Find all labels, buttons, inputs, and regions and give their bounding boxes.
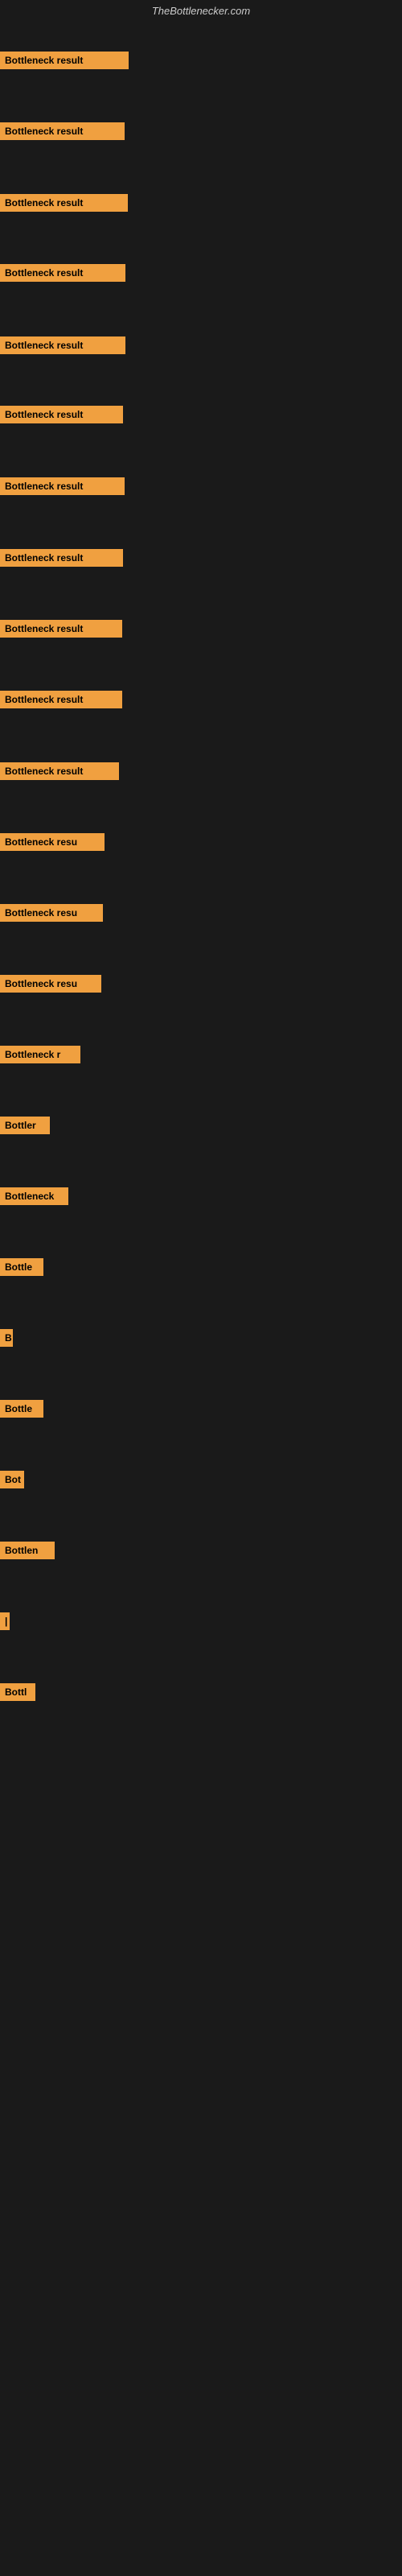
bottleneck-bar-8: Bottleneck result xyxy=(0,549,123,567)
bottleneck-bar-11: Bottleneck result xyxy=(0,762,119,780)
bar-row-20: Bottle xyxy=(0,1400,43,1422)
bottleneck-bar-22: Bottlen xyxy=(0,1542,55,1559)
bottleneck-bar-3: Bottleneck result xyxy=(0,194,128,212)
bar-row-15: Bottleneck r xyxy=(0,1046,80,1067)
bottleneck-bar-20: Bottle xyxy=(0,1400,43,1418)
bar-row-22: Bottlen xyxy=(0,1542,55,1563)
bottleneck-bar-10: Bottleneck result xyxy=(0,691,122,708)
bar-row-18: Bottle xyxy=(0,1258,43,1280)
bottleneck-bar-4: Bottleneck result xyxy=(0,264,125,282)
bar-row-2: Bottleneck result xyxy=(0,122,125,144)
bar-row-9: Bottleneck result xyxy=(0,620,122,642)
bottleneck-bar-21: Bot xyxy=(0,1471,24,1488)
bottleneck-bar-12: Bottleneck resu xyxy=(0,833,105,851)
bottleneck-bar-7: Bottleneck result xyxy=(0,477,125,495)
bottleneck-bar-5: Bottleneck result xyxy=(0,336,125,354)
site-title: TheBottlenecker.com xyxy=(0,0,402,22)
bottleneck-bar-17: Bottleneck xyxy=(0,1187,68,1205)
bar-row-21: Bot xyxy=(0,1471,24,1492)
bar-row-1: Bottleneck result xyxy=(0,52,129,73)
bar-row-19: B xyxy=(0,1329,13,1351)
bottleneck-bar-6: Bottleneck result xyxy=(0,406,123,423)
bar-row-3: Bottleneck result xyxy=(0,194,128,216)
bar-row-17: Bottleneck xyxy=(0,1187,68,1209)
bottleneck-bar-13: Bottleneck resu xyxy=(0,904,103,922)
bar-row-14: Bottleneck resu xyxy=(0,975,101,997)
bar-row-24: Bottl xyxy=(0,1683,35,1705)
bar-row-12: Bottleneck resu xyxy=(0,833,105,855)
bottleneck-bar-18: Bottle xyxy=(0,1258,43,1276)
bottleneck-bar-19: B xyxy=(0,1329,13,1347)
bottleneck-bar-15: Bottleneck r xyxy=(0,1046,80,1063)
bar-row-7: Bottleneck result xyxy=(0,477,125,499)
bar-row-5: Bottleneck result xyxy=(0,336,125,358)
bottleneck-bar-23: | xyxy=(0,1612,10,1630)
bar-row-10: Bottleneck result xyxy=(0,691,122,712)
bar-row-6: Bottleneck result xyxy=(0,406,123,427)
bar-row-16: Bottler xyxy=(0,1117,50,1138)
bottleneck-bar-14: Bottleneck resu xyxy=(0,975,101,993)
bottleneck-bar-16: Bottler xyxy=(0,1117,50,1134)
bar-row-4: Bottleneck result xyxy=(0,264,125,286)
bottleneck-bar-2: Bottleneck result xyxy=(0,122,125,140)
bar-row-23: | xyxy=(0,1612,10,1634)
bar-row-13: Bottleneck resu xyxy=(0,904,103,926)
bottleneck-bar-24: Bottl xyxy=(0,1683,35,1701)
bottleneck-bar-9: Bottleneck result xyxy=(0,620,122,638)
bottleneck-bar-1: Bottleneck result xyxy=(0,52,129,69)
bar-row-8: Bottleneck result xyxy=(0,549,123,571)
bar-row-11: Bottleneck result xyxy=(0,762,119,784)
